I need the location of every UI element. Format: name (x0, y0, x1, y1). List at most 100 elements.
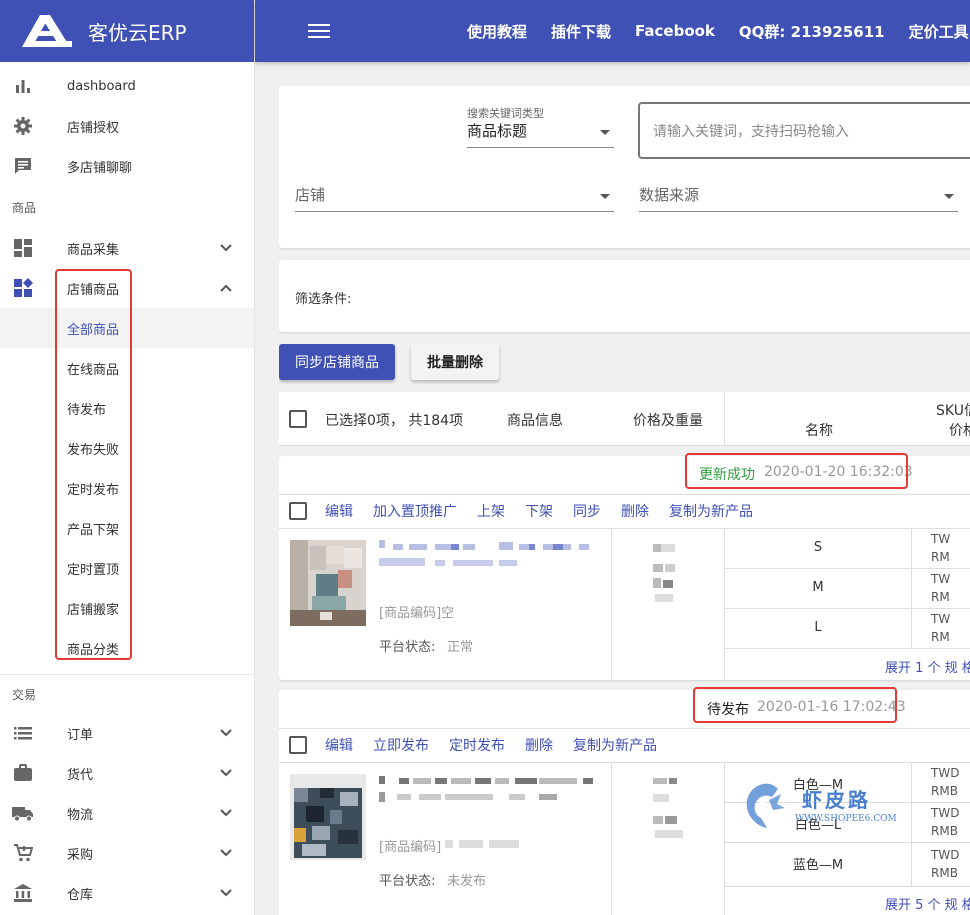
sidebar-item-label: 订单 (67, 727, 94, 743)
source-select[interactable]: 数据来源 (639, 184, 958, 212)
product-image[interactable] (290, 774, 366, 860)
top-link-qq[interactable]: QQ群: 213925611 (739, 21, 885, 42)
row-checkbox[interactable] (289, 736, 307, 754)
chevron-down-icon (220, 849, 232, 857)
section-label-goods: 商品 (12, 200, 37, 215)
sidebar-item-store-goods[interactable]: 店铺商品 (0, 268, 254, 308)
price-weight-blurred (653, 544, 675, 602)
expand-specs-link[interactable]: 展开 5 个 规 格 (885, 894, 970, 913)
cart-icon (12, 842, 34, 864)
action-sync[interactable]: 同步 (573, 501, 601, 521)
top-link-tutorial[interactable]: 使用教程 (467, 21, 527, 42)
gear-icon (12, 115, 34, 137)
sidebar-item-label: dashboard (67, 78, 136, 94)
menu-icon[interactable] (308, 20, 330, 42)
col-price-weight: 价格及重量 (633, 413, 703, 429)
list-icon (12, 722, 34, 744)
sidebar-item-forwarder[interactable]: 货代 (0, 753, 254, 793)
product-title-blurred (379, 540, 589, 566)
platform-status-value: 正常 (447, 640, 474, 655)
sku-price-rmb: RMB (931, 866, 958, 880)
sku-divider (724, 608, 970, 609)
briefcase-icon (12, 762, 34, 784)
sidebar-item-store-auth[interactable]: 店铺授权 (0, 106, 254, 146)
top-link-facebook[interactable]: Facebook (635, 22, 715, 40)
caret-down-icon (600, 194, 610, 199)
sync-store-goods-button[interactable]: 同步店铺商品 (279, 344, 395, 380)
row-divider (279, 762, 970, 763)
col-sku-name: 名称 (805, 423, 833, 439)
sidebar-sub-store-move[interactable]: 店铺搬家 (0, 588, 254, 628)
sidebar-item-logistics[interactable]: 物流 (0, 793, 254, 833)
col-divider (611, 528, 612, 680)
sidebar-sub-publish-failed[interactable]: 发布失败 (0, 428, 254, 468)
col-divider (611, 762, 612, 915)
sidebar-item-warehouse[interactable]: 仓库 (0, 873, 254, 913)
app-name: 客优云ERP (88, 20, 187, 45)
product-image[interactable] (290, 540, 366, 626)
sidebar-sub-scheduled-publish[interactable]: 定时发布 (0, 468, 254, 508)
filter-label: 筛选条件: (295, 292, 352, 307)
watermark: 虾皮路 WWW.SHOPEE6.COM (739, 780, 899, 840)
sku-name: L (814, 620, 822, 635)
sidebar-item-dashboard[interactable]: dashboard (0, 66, 254, 106)
sku-name: M (812, 580, 824, 595)
source-select-placeholder: 数据来源 (639, 186, 700, 204)
sku-price-twd: TW (931, 572, 951, 586)
sku-price-twd: TWD (931, 806, 960, 820)
action-publish-now[interactable]: 立即发布 (373, 735, 429, 755)
action-delete[interactable]: 删除 (621, 501, 649, 521)
action-delist[interactable]: 下架 (525, 501, 553, 521)
top-nav: 使用教程 插件下载 Facebook QQ群: 213925611 定价工具 (467, 0, 970, 62)
top-link-pricing[interactable]: 定价工具 (909, 21, 969, 42)
sidebar-sub-delisted[interactable]: 产品下架 (0, 508, 254, 548)
dashboard-grid-icon (12, 237, 34, 259)
row-divider (279, 528, 970, 529)
sidebar-sub-online-goods[interactable]: 在线商品 (0, 348, 254, 388)
action-promote-top[interactable]: 加入置顶推广 (373, 501, 457, 521)
sidebar-sub-category[interactable]: 商品分类 (0, 628, 254, 668)
sku-price-twd: TW (931, 532, 951, 546)
row-checkbox[interactable] (289, 502, 307, 520)
sidebar-sub-scheduled-top[interactable]: 定时置顶 (0, 548, 254, 588)
caret-down-icon (600, 130, 610, 135)
chevron-down-icon (220, 729, 232, 737)
batch-delete-button[interactable]: 批量删除 (411, 344, 499, 380)
truck-icon (12, 802, 34, 824)
product-row-1: 更新成功 2020-01-20 16:32:03 编辑 加入置顶推广 上架 下架… (279, 453, 970, 680)
keyword-type-value: 商品标题 (467, 122, 528, 140)
sidebar-item-collect[interactable]: 商品采集 (0, 228, 254, 268)
action-list[interactable]: 上架 (477, 501, 505, 521)
caret-down-icon (944, 194, 954, 199)
store-select[interactable]: 店铺 (295, 184, 614, 212)
action-delete[interactable]: 删除 (525, 735, 553, 755)
chevron-down-icon (220, 809, 232, 817)
sidebar-item-multi-chat[interactable]: 多店铺聊聊 (0, 146, 254, 186)
sidebar-item-purchase[interactable]: 采购 (0, 833, 254, 873)
sku-divider (724, 568, 970, 569)
price-weight-blurred (653, 778, 683, 838)
sidebar-item-label: 店铺商品 (67, 282, 120, 298)
sku-price-twd: TWD (931, 766, 960, 780)
select-all-checkbox[interactable] (289, 410, 307, 428)
search-input[interactable]: 请输入关键词，支持扫码枪输入 (638, 102, 970, 159)
sidebar-sub-all-goods[interactable]: 全部商品 (0, 308, 254, 348)
action-copy-new[interactable]: 复制为新产品 (573, 735, 657, 755)
sidebar-item-orders[interactable]: 订单 (0, 713, 254, 753)
highlight-box-status (693, 687, 897, 723)
product-code-value: 空 (441, 606, 455, 621)
expand-specs-link[interactable]: 展开 1 个 规 格 (885, 657, 970, 676)
top-link-plugin[interactable]: 插件下载 (551, 21, 611, 42)
top-bar: 使用教程 插件下载 Facebook QQ群: 213925611 定价工具 (255, 0, 970, 62)
brand-header[interactable]: 客优云ERP (0, 0, 254, 62)
action-edit[interactable]: 编辑 (325, 735, 353, 755)
action-copy-new[interactable]: 复制为新产品 (669, 501, 753, 521)
keyword-type-select[interactable]: 商品标题 (467, 120, 614, 148)
watermark-text: 虾皮路 (802, 788, 871, 812)
product-code-label: [商品编码] (379, 606, 442, 621)
col-divider (911, 528, 912, 648)
chevron-down-icon (220, 889, 232, 897)
action-edit[interactable]: 编辑 (325, 501, 353, 521)
sidebar-sub-pending[interactable]: 待发布 (0, 388, 254, 428)
action-schedule-publish[interactable]: 定时发布 (449, 735, 505, 755)
